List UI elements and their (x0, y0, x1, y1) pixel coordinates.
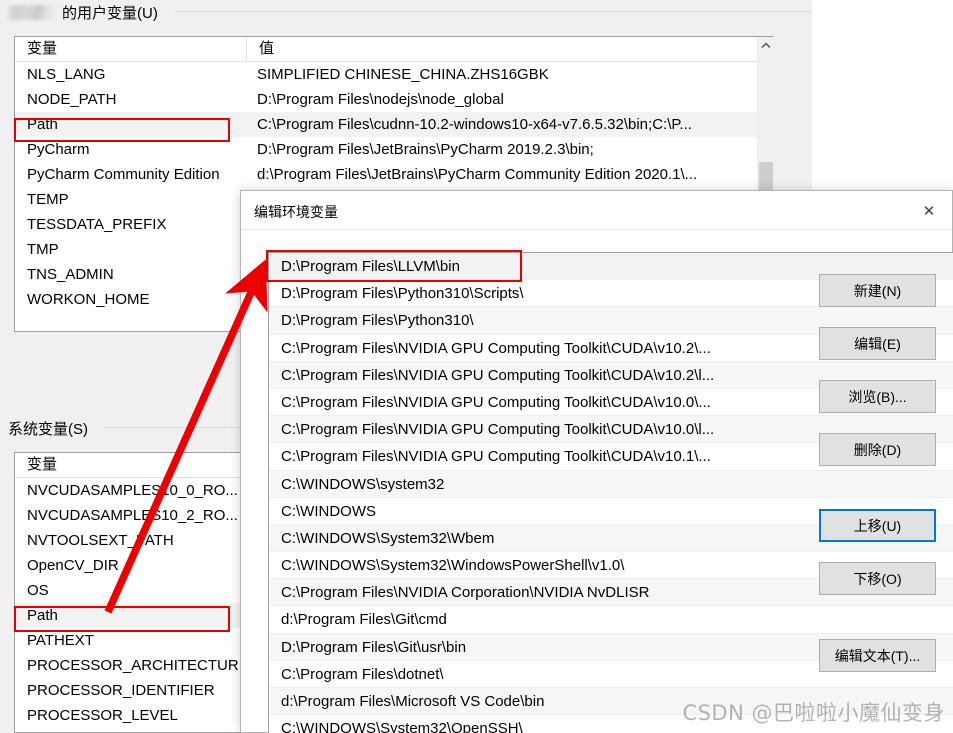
table-row[interactable]: NLS_LANG SIMPLIFIED CHINESE_CHINA.ZHS16GB… (15, 62, 773, 87)
variable-value-cell: SIMPLIFIED CHINESE_CHINA.ZHS16GBK (257, 66, 549, 83)
edit-environment-variable-dialog: 编辑环境变量 ✕ D:\Program Files\LLVM\bin D:\Pro… (240, 190, 953, 733)
user-variables-group-line (175, 11, 812, 12)
variable-value-cell: C:\Program Files\cudnn-10.2-windows10-x6… (257, 116, 692, 133)
browse-button[interactable]: 浏览(B)... (819, 380, 936, 413)
screenshot-root: 的用户变量(U) 变量 值 NLS_LANG SIMPLIFIED CHINESE… (0, 0, 953, 733)
variable-value-cell: d:\Program Files\JetBrains\PyCharm Commu… (257, 166, 698, 183)
dialog-body: D:\Program Files\LLVM\bin D:\Program File… (241, 230, 953, 733)
variable-name-cell: OpenCV_DIR (27, 557, 119, 574)
variable-name-cell: PROCESSOR_IDENTIFIER (27, 682, 215, 699)
new-button[interactable]: 新建(N) (819, 274, 936, 307)
variable-name-cell: PATHEXT (27, 632, 94, 649)
variable-value-cell: D:\Program Files\JetBrains\PyCharm 2019.… (257, 141, 594, 158)
variable-name-cell: TNS_ADMIN (27, 266, 114, 283)
user-variables-header: 变量 值 (15, 37, 773, 62)
table-row[interactable]: PyCharm D:\Program Files\JetBrains\PyChar… (15, 137, 773, 162)
csdn-watermark: CSDN @巴啦啦小魔仙变身 (682, 701, 945, 725)
dialog-titlebar[interactable]: 编辑环境变量 ✕ (241, 191, 952, 230)
blurred-username (8, 5, 60, 20)
variable-name-cell: PyCharm (27, 141, 90, 158)
variable-name-cell: Path (27, 607, 58, 624)
variable-value-cell: D:\Program Files\nodejs\node_global (257, 91, 504, 108)
table-row[interactable]: NODE_PATH D:\Program Files\nodejs\node_gl… (15, 87, 773, 112)
column-header-variable[interactable]: 变量 (15, 37, 247, 61)
scroll-up-icon[interactable] (758, 37, 774, 54)
variable-name-cell: NVCUDASAMPLES10_2_RO... (27, 507, 238, 524)
user-variables-group-label: 的用户变量(U) (8, 2, 164, 23)
table-row[interactable]: PyCharm Community Edition d:\Program File… (15, 162, 773, 187)
table-row[interactable]: Path C:\Program Files\cudnn-10.2-windows1… (15, 112, 773, 137)
variable-name-cell: TMP (27, 241, 59, 258)
variable-name-cell: OS (27, 582, 49, 599)
variable-name-cell: NLS_LANG (27, 66, 106, 83)
variable-name-cell: NVTOOLSEXT_PATH (27, 532, 174, 549)
variable-name-cell: Path (27, 116, 58, 133)
path-list-item[interactable]: C:\WINDOWS\system32 (269, 470, 953, 498)
system-variables-group-label: 系统变量(S) (8, 418, 94, 439)
edit-button[interactable]: 编辑(E) (819, 327, 936, 360)
variable-name-cell: NODE_PATH (27, 91, 117, 108)
variable-name-cell: PyCharm Community Edition (27, 166, 220, 183)
variable-name-cell: PROCESSOR_LEVEL (27, 707, 178, 724)
dialog-title: 编辑环境变量 (254, 204, 338, 220)
move-down-button[interactable]: 下移(O) (819, 562, 936, 595)
move-up-button[interactable]: 上移(U) (819, 509, 936, 542)
close-icon[interactable]: ✕ (906, 191, 952, 230)
column-header-variable-system[interactable]: 变量 (15, 453, 247, 477)
edit-text-button[interactable]: 编辑文本(T)... (819, 639, 936, 672)
path-list-item[interactable]: d:\Program Files\Git\cmd (269, 606, 953, 634)
variable-name-cell: NVCUDASAMPLES10_0_RO... (27, 482, 238, 499)
variable-name-cell: TESSDATA_PREFIX (27, 216, 167, 233)
variable-name-cell: PROCESSOR_ARCHITECTURE (27, 657, 247, 674)
variable-name-cell: TEMP (27, 191, 69, 208)
column-header-value[interactable]: 值 (247, 37, 773, 61)
delete-button[interactable]: 删除(D) (819, 433, 936, 466)
variable-name-cell: WORKON_HOME (27, 291, 150, 308)
